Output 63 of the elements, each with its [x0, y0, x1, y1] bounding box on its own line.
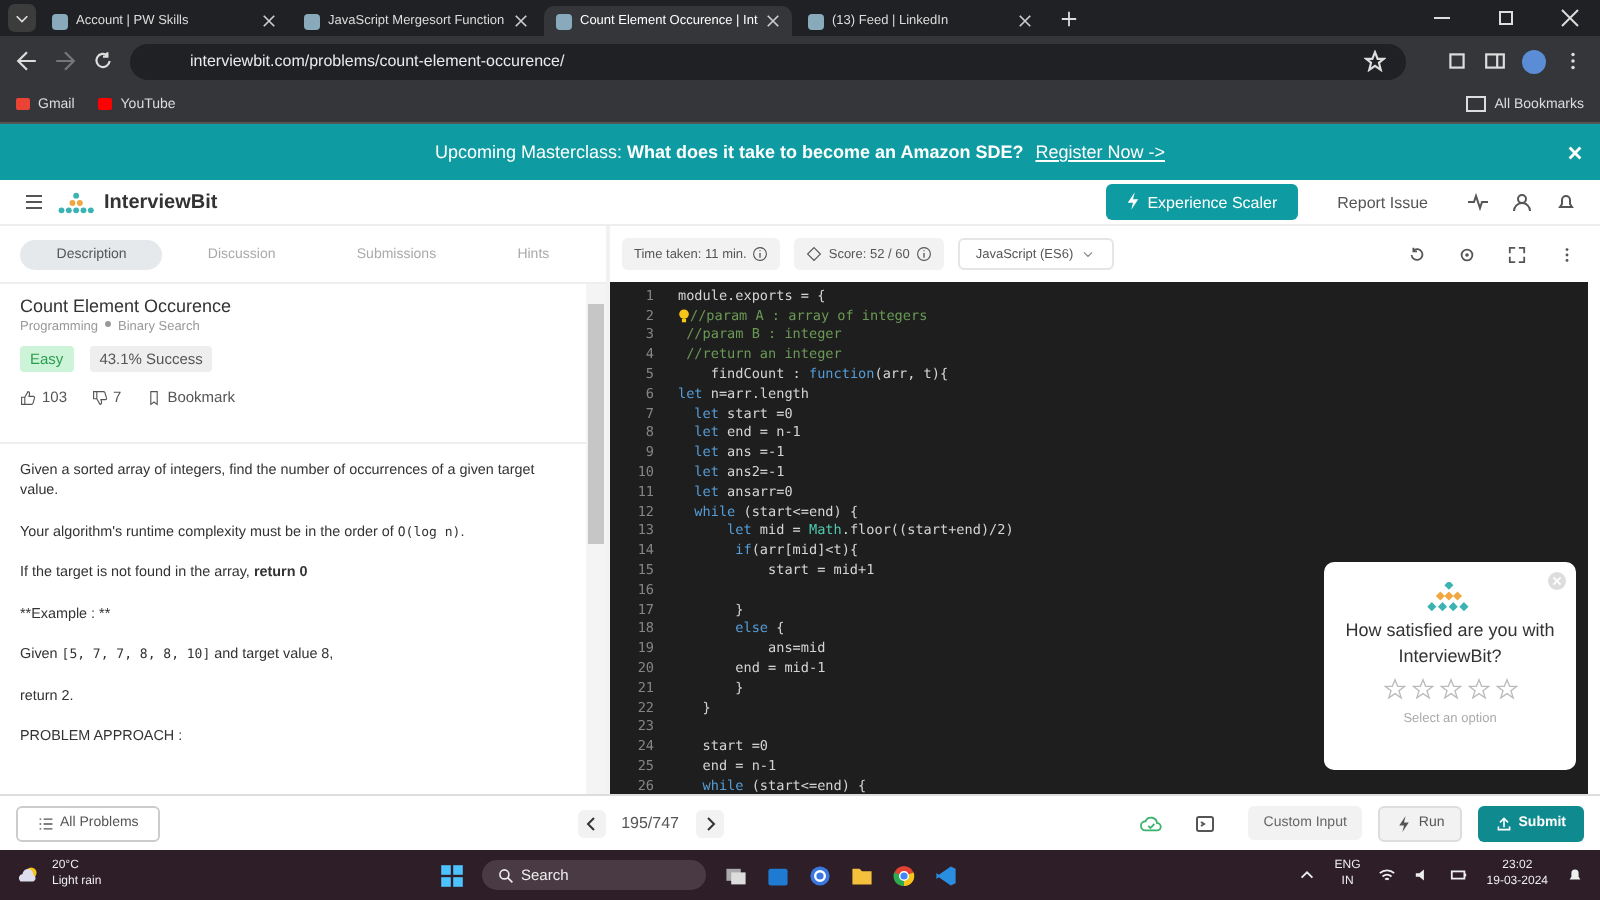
windows-start-icon[interactable] — [440, 863, 465, 887]
restore-icon[interactable] — [1496, 8, 1516, 28]
logo-icon — [56, 191, 100, 213]
close-icon[interactable] — [1018, 14, 1032, 28]
folder-icon[interactable] — [850, 863, 875, 887]
lightning-icon — [1125, 192, 1140, 210]
cloud-check-icon — [1139, 813, 1162, 833]
sidebar-icon[interactable] — [1484, 50, 1506, 72]
thumbs-up-icon — [20, 389, 36, 405]
code-editor-icon[interactable] — [934, 863, 959, 887]
logo-text: InterviewBit — [104, 191, 218, 213]
wifi-icon[interactable] — [1378, 866, 1397, 884]
scrollbar[interactable] — [586, 284, 606, 794]
info-icon[interactable] — [752, 246, 769, 262]
weather-icon[interactable] — [16, 864, 42, 886]
menu-icon[interactable] — [24, 192, 44, 212]
avatar-icon[interactable] — [1522, 49, 1546, 73]
browser-icon[interactable] — [892, 863, 917, 887]
address-bar[interactable]: interviewbit.com/problems/count-element-occurence/ — [130, 43, 1406, 79]
lightbulb-icon[interactable] — [678, 307, 690, 324]
close-icon[interactable] — [1560, 8, 1580, 28]
bell-icon[interactable] — [1556, 192, 1576, 212]
back-icon[interactable] — [16, 50, 38, 72]
fullscreen-icon[interactable] — [1508, 245, 1526, 263]
lightning-icon — [1396, 815, 1413, 831]
separator-dot-icon — [104, 320, 113, 328]
chevron-down-icon — [1079, 246, 1096, 262]
banner-text: Upcoming Masterclass: What does it take to become an Amazon SDE? — [434, 142, 1024, 162]
upload-icon — [1496, 815, 1513, 831]
bell-icon[interactable] — [1566, 866, 1584, 884]
info-icon[interactable] — [915, 246, 932, 262]
favicon-icon — [556, 13, 572, 29]
thumbs-down-icon — [91, 389, 108, 405]
battery-icon[interactable] — [1450, 866, 1469, 884]
task-view-icon[interactable] — [724, 863, 749, 887]
tab-list-button[interactable] — [8, 4, 36, 32]
activity-icon[interactable] — [1468, 192, 1488, 212]
survey-question: How satisfied are you with InterviewBit? — [1343, 618, 1557, 669]
new-tab-icon[interactable] — [1060, 9, 1078, 27]
previous-button[interactable] — [577, 809, 606, 837]
close-icon[interactable] — [514, 14, 528, 28]
search-icon — [498, 867, 515, 883]
close-icon[interactable] — [262, 14, 276, 28]
star-icon[interactable] — [1364, 50, 1386, 72]
chevron-up-icon[interactable] — [1298, 866, 1317, 884]
list-icon — [38, 815, 54, 831]
close-icon[interactable] — [766, 14, 780, 28]
favicon-icon — [808, 13, 824, 29]
forward-icon[interactable] — [54, 50, 76, 72]
favicon-icon — [52, 13, 68, 29]
next-button[interactable] — [695, 809, 723, 837]
reload-icon[interactable] — [92, 50, 114, 72]
app-icon[interactable] — [766, 863, 791, 887]
star-rating[interactable] — [1383, 678, 1517, 701]
favicon-icon — [304, 13, 320, 29]
diamond-icon — [806, 246, 823, 262]
user-icon[interactable] — [1512, 192, 1532, 212]
problem-counter: 195/747 — [621, 814, 679, 832]
bookmark-icon — [145, 389, 162, 405]
problem-title: Count Element Occurence — [18, 294, 234, 316]
report-issue-link[interactable]: Report Issue — [1337, 193, 1428, 211]
terminal-icon[interactable] — [1193, 813, 1216, 833]
reset-icon[interactable] — [1408, 245, 1426, 263]
